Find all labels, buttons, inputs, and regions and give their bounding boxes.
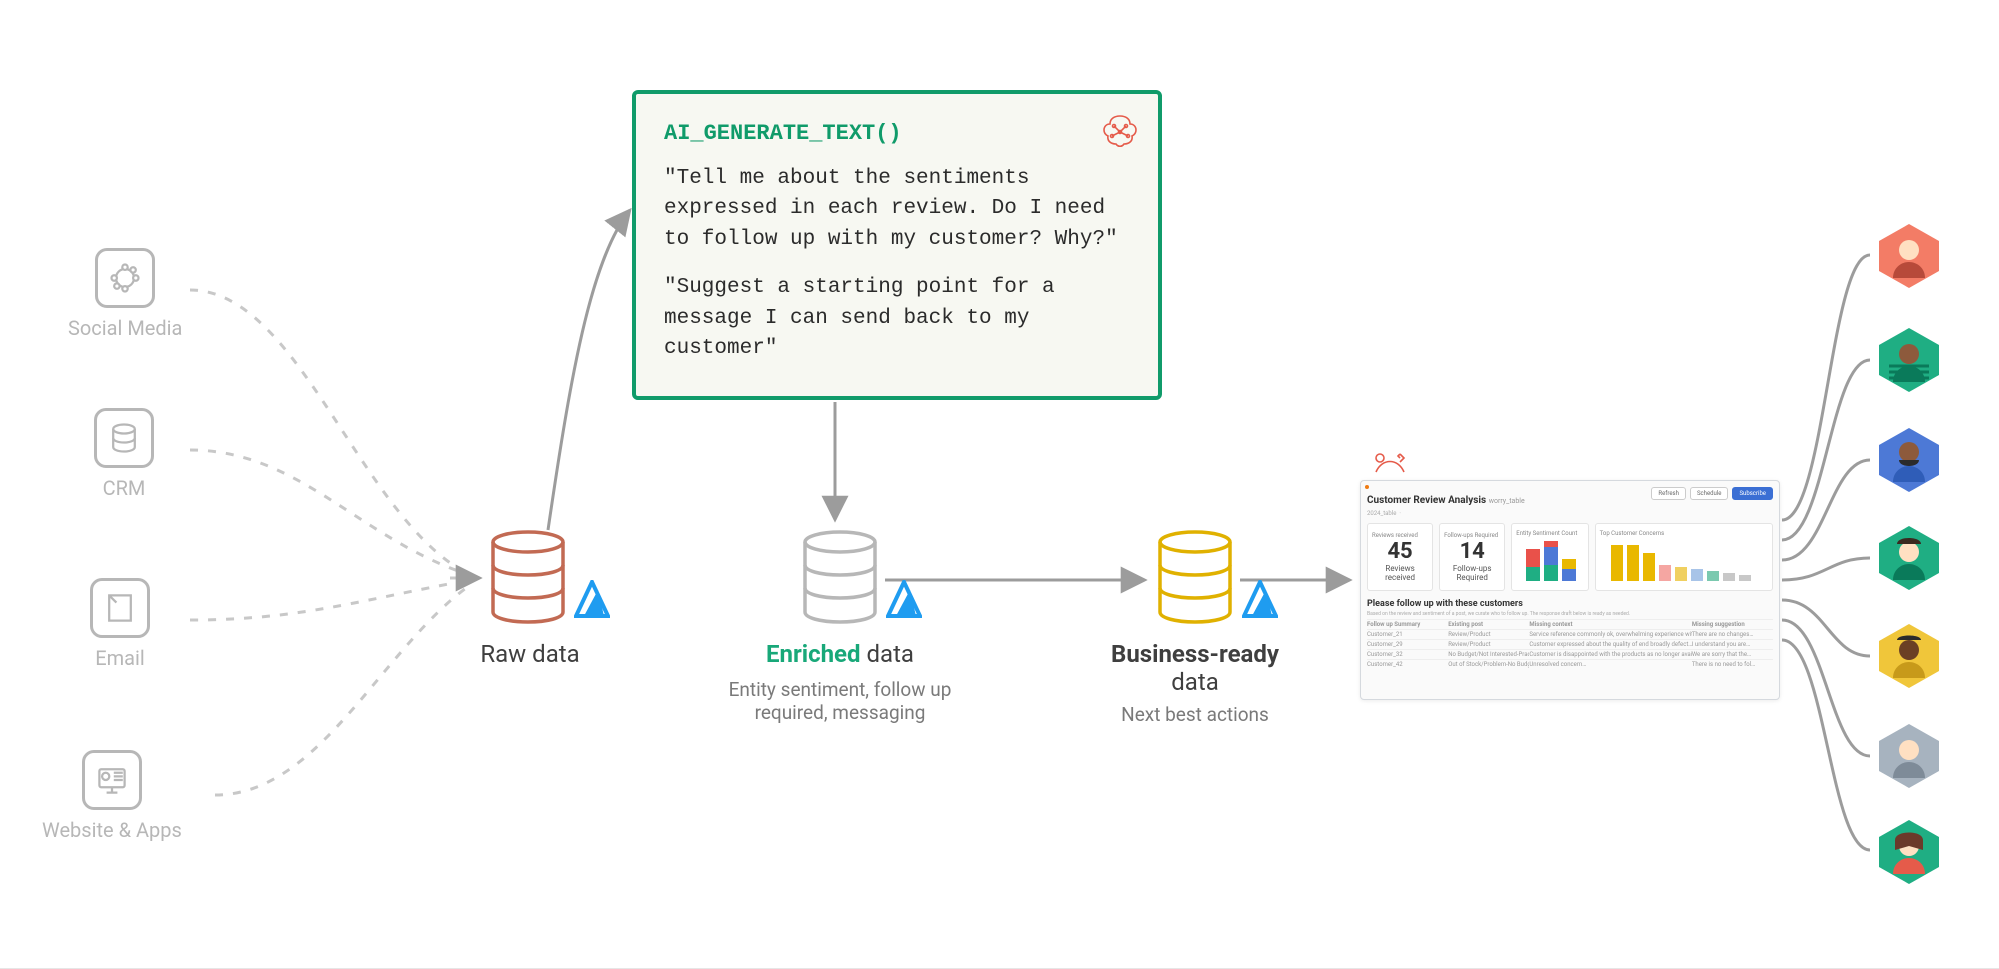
dash-table: Please follow up with these customers Ba…: [1361, 595, 1779, 673]
user-avatar-icon: [1875, 426, 1943, 494]
dash-followups-val: 14: [1460, 539, 1485, 564]
email-icon: [90, 578, 150, 638]
enriched-rest: data: [861, 640, 914, 668]
business-db-sub: Next best actions: [1070, 703, 1320, 726]
dash-reviews-val: 45: [1387, 539, 1412, 564]
user-avatar-icon: [1875, 818, 1943, 886]
dash-refresh-button[interactable]: Refresh: [1651, 487, 1686, 500]
ai-fn-name: AI_GENERATE_TEXT(): [664, 118, 1130, 150]
user-avatar-icon: [1875, 326, 1943, 394]
website-apps-icon: [82, 750, 142, 810]
raw-db: [488, 530, 568, 634]
dashboard-preview: Customer Review Analysis worry_table Ref…: [1360, 480, 1780, 700]
enriched-db: [800, 530, 880, 634]
enriched-db-title: Enriched data: [740, 640, 940, 668]
diagram-canvas: Social Media CRM Email Website & Apps Ra…: [0, 0, 1999, 969]
ai-prompt-2: "Suggest a starting point for a message …: [664, 273, 1130, 364]
ai-generate-box: AI_GENERATE_TEXT() "Tell me about the se…: [632, 90, 1162, 400]
enriched-accent: Enriched: [766, 640, 861, 668]
crm-icon: [94, 408, 154, 468]
delta-icon: [886, 580, 922, 620]
ai-prompt-1: "Tell me about the sentiments expressed …: [664, 164, 1130, 255]
social-media-icon: [95, 248, 155, 308]
raw-db-title: Raw data: [460, 640, 600, 668]
user-avatar-icon: [1875, 622, 1943, 690]
source-label: Social Media: [68, 316, 182, 340]
dash-table-sub: Based on the review and sentiment of a p…: [1367, 611, 1773, 617]
business-rest: data: [1171, 668, 1219, 696]
dash-sentiment-card: Entity Sentiment Count: [1511, 523, 1588, 591]
source-email: Email: [90, 578, 150, 670]
delta-icon: [574, 580, 610, 620]
genie-icon: [1370, 448, 1410, 478]
dash-subscribe-button[interactable]: Subscribe: [1732, 487, 1773, 500]
user-avatar-icon: [1875, 222, 1943, 290]
dash-concerns-card: Top Customer Concerns: [1595, 523, 1773, 591]
dash-schedule-button[interactable]: Schedule: [1690, 487, 1729, 500]
user-avatar-icon: [1875, 722, 1943, 790]
dash-followups-card: Follow-ups Required 14 Follow-ups Requir…: [1439, 523, 1505, 591]
enriched-db-sub: Entity sentiment, follow up required, me…: [700, 678, 980, 724]
source-label: Website & Apps: [42, 818, 182, 842]
dash-subtitle: worry_table: [1489, 497, 1525, 505]
user-avatar-icon: [1875, 524, 1943, 592]
dash-reviews-label: Reviews received: [1372, 564, 1428, 582]
bar-chart-icon: [1609, 537, 1759, 585]
brain-icon: [1098, 110, 1142, 154]
dash-reviews-card: Reviews received 45 Reviews received: [1367, 523, 1433, 591]
stacked-bar-chart-icon: [1522, 537, 1578, 585]
delta-icon: [1242, 580, 1278, 620]
source-social-media: Social Media: [68, 248, 182, 340]
business-bold: Business-ready: [1111, 640, 1279, 668]
source-website-apps: Website & Apps: [42, 750, 182, 842]
table-row: Customer_21Review/ProductService referen…: [1367, 629, 1773, 639]
table-row: Customer_42Out of Stock/Problem-No Budge…: [1367, 659, 1773, 669]
dash-title: Customer Review Analysis: [1367, 495, 1486, 506]
table-row: Customer_32No Budget/Not Interested-Prac…: [1367, 649, 1773, 659]
business-db-title: Business-readydata: [1070, 640, 1320, 696]
source-label: CRM: [94, 476, 154, 500]
table-row: Customer_29Review/ProductCustomer expres…: [1367, 639, 1773, 649]
business-db: [1155, 530, 1235, 634]
source-label: Email: [90, 646, 150, 670]
dash-followups-label: Follow-ups Required: [1444, 564, 1500, 582]
dash-table-title: Please follow up with these customers: [1367, 599, 1773, 609]
source-crm: CRM: [94, 408, 154, 500]
